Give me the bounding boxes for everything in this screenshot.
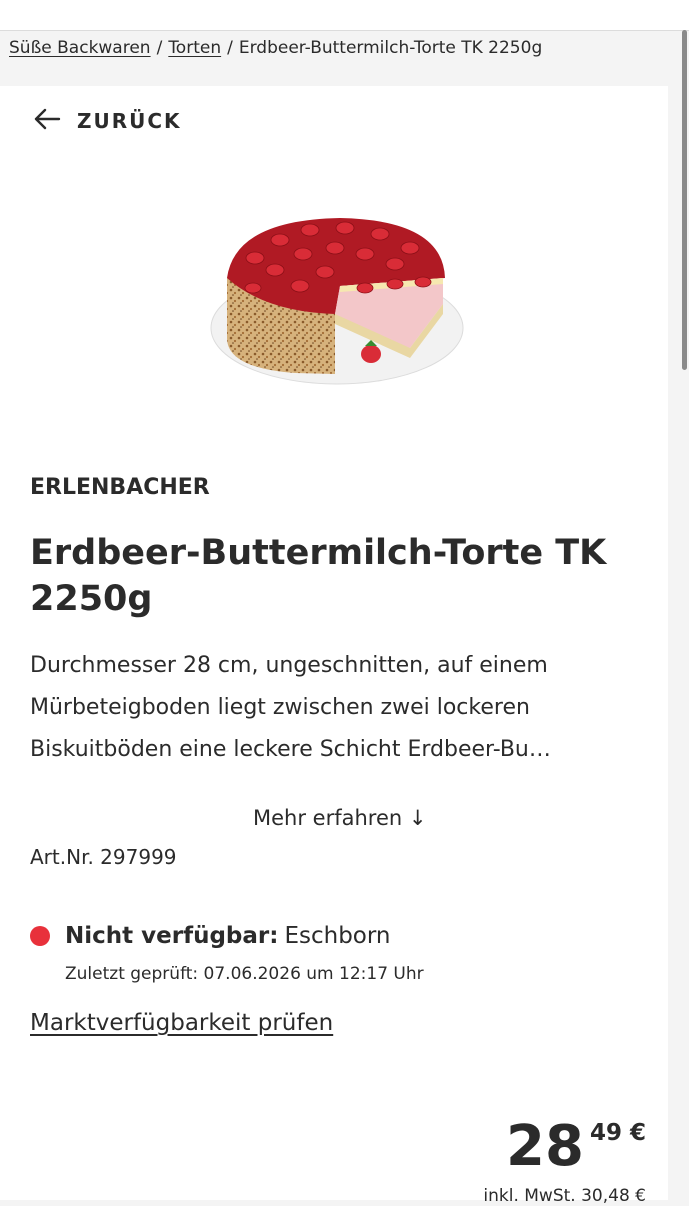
scrollbar[interactable] <box>682 30 687 370</box>
price-integer: 28 <box>506 1114 584 1179</box>
breadcrumb-separator: / <box>156 38 163 58</box>
article-number: Art.Nr. 297999 <box>30 845 177 869</box>
check-availability-link[interactable]: Marktverfügbarkeit prüfen <box>30 1010 333 1036</box>
availability-store: Eschborn <box>284 923 391 949</box>
description-line: Mürbeteigboden liegt zwischen zwei locke… <box>30 695 530 720</box>
arrow-left-icon <box>33 108 61 134</box>
back-label: ZURÜCK <box>77 109 182 133</box>
price: 28 49 € <box>506 1112 646 1182</box>
product-brand: ERLENBACHER <box>30 475 210 500</box>
description-line: Biskuitböden eine leckere Schicht Erdbee… <box>30 737 551 762</box>
tax-note: inkl. MwSt. 30,48 € <box>483 1186 646 1206</box>
red-dot-icon <box>30 926 50 946</box>
availability-status: Nicht verfügbar: Eschborn <box>30 923 391 949</box>
description-line: Durchmesser 28 cm, ungeschnitten, auf ei… <box>30 653 548 678</box>
top-bar <box>0 0 689 31</box>
more-info-button[interactable]: Mehr erfahren ↓ <box>253 806 426 830</box>
breadcrumb: Süße Backwaren / Torten / Erdbeer-Buttermilc… <box>9 38 542 58</box>
product-title: Erdbeer-Buttermilch-Torte TK 2250g <box>30 533 607 619</box>
last-checked-text: Zuletzt geprüft: 07.06.2026 um 12:17 Uhr <box>65 964 424 984</box>
product-description: Durchmesser 28 cm, ungeschnitten, auf ei… <box>30 645 630 771</box>
back-button[interactable]: ZURÜCK <box>33 108 182 134</box>
breadcrumb-link-suesse-backwaren[interactable]: Süße Backwaren <box>9 38 151 58</box>
breadcrumb-separator: / <box>227 38 233 58</box>
product-image[interactable] <box>205 208 470 390</box>
breadcrumb-current: Erdbeer-Buttermilch-Torte TK 2250g <box>238 38 543 58</box>
breadcrumb-link-torten[interactable]: Torten <box>168 38 221 58</box>
price-decimal: 49 € <box>589 1120 646 1146</box>
availability-label: Nicht verfügbar: <box>65 923 279 949</box>
